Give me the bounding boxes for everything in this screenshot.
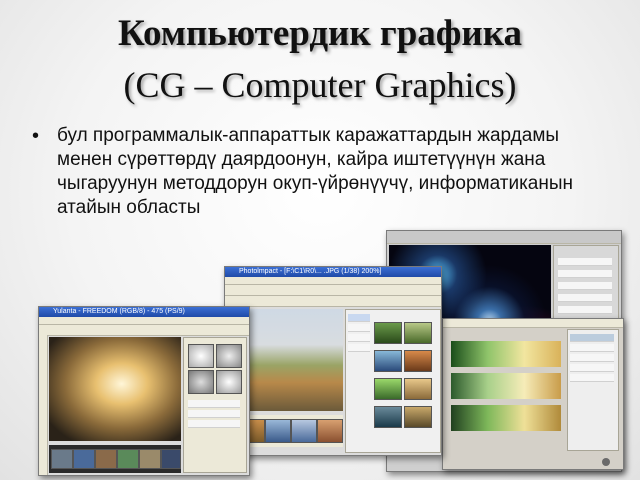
bullet-item: • бул программалык-аппараттык каражаттар… <box>32 124 592 220</box>
photo-editor-titlebar: Yulanta - FREEDOM (RGB/8) - 475 (PS/9) <box>39 307 249 317</box>
photoimpact-filmstrip <box>237 415 343 447</box>
photoimpact-menu <box>225 277 441 285</box>
gradient-toolbar <box>443 319 623 328</box>
screenshot-gradient-editor <box>442 318 624 470</box>
screenshot-photoimpact: Photolmpact - [F:\C1\R0\... .JPG (1/38) … <box>224 266 442 456</box>
photo-editor-image <box>49 337 181 441</box>
photo-editor-toolbar <box>39 325 249 336</box>
photoimpact-attributes <box>225 296 441 307</box>
gradient-strip-1 <box>451 341 561 367</box>
photo-editor-menu <box>39 317 249 325</box>
slide-subtitle: (CG – Computer Graphics) <box>123 65 517 105</box>
bullet-dot-icon: • <box>32 125 40 147</box>
slide-title: Компьютердик графика <box>117 13 522 54</box>
photo-editor-panels <box>183 337 247 473</box>
gradient-strip-2 <box>451 373 561 399</box>
gradient-list-panel <box>567 329 619 451</box>
photoimpact-easypalette <box>345 309 441 453</box>
photo-editor-tool-column <box>39 335 48 475</box>
screenshot-photo-editor: Yulanta - FREEDOM (RGB/8) - 475 (PS/9) <box>38 306 250 476</box>
photoimpact-toolbar <box>225 285 441 296</box>
photo-editor-thumbstrip <box>49 445 181 473</box>
photoimpact-titlebar: Photolmpact - [F:\C1\R0\... .JPG (1/38) … <box>225 267 441 277</box>
gradient-strip-3 <box>451 405 561 431</box>
fractal-toolbar <box>387 231 621 244</box>
bullet-text: бул программалык-аппараттык каражаттарды… <box>57 125 574 218</box>
photoimpact-photo <box>237 309 343 411</box>
slide-dot-ornament <box>602 458 610 466</box>
